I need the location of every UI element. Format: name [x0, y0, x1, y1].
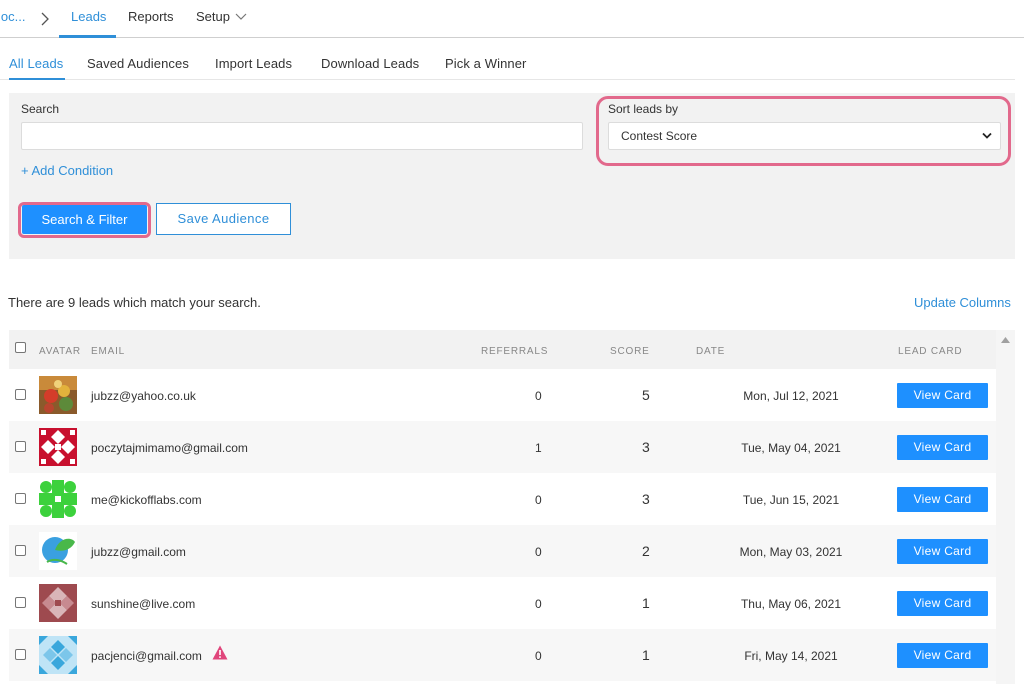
row-referrals: 0 — [535, 649, 542, 663]
col-avatar: AVATAR — [39, 346, 81, 357]
table-row: me@kickofflabs.com 0 3 Tue, Jun 15, 2021… — [9, 473, 996, 525]
table-row: poczytajmimamo@gmail.com 1 3 Tue, May 04… — [9, 421, 996, 473]
nav-leads[interactable]: Leads — [71, 9, 106, 24]
active-tab-indicator — [9, 78, 65, 80]
tab-pick-a-winner[interactable]: Pick a Winner — [445, 56, 527, 71]
row-referrals: 1 — [535, 441, 542, 455]
view-card-button[interactable]: View Card — [897, 643, 988, 668]
view-card-button[interactable]: View Card — [897, 591, 988, 616]
row-email: pacjenci@gmail.com — [91, 649, 202, 663]
row-email: sunshine@live.com — [91, 597, 196, 611]
row-email: jubzz@yahoo.co.uk — [91, 389, 196, 403]
row-date: Mon, Jul 12, 2021 — [743, 389, 839, 403]
view-card-button[interactable]: View Card — [897, 487, 988, 512]
search-label: Search — [21, 102, 60, 116]
tab-all-leads[interactable]: All Leads — [9, 56, 63, 71]
row-checkbox[interactable] — [15, 597, 26, 608]
sort-leads-select[interactable]: Contest Score — [608, 122, 1001, 150]
view-card-button[interactable]: View Card — [897, 435, 988, 460]
scroll-up-icon[interactable] — [1001, 337, 1010, 343]
table-row: sunshine@live.com 0 1 Thu, May 06, 2021 … — [9, 577, 996, 629]
row-checkbox[interactable] — [15, 545, 26, 556]
save-audience-button[interactable]: Save Audience — [156, 203, 291, 235]
avatar — [39, 428, 77, 466]
tab-import-leads[interactable]: Import Leads — [215, 56, 292, 71]
table-row: pacjenci@gmail.com 0 1 Fri, May 14, 2021… — [9, 629, 996, 681]
row-score: 1 — [642, 647, 650, 663]
view-card-button[interactable]: View Card — [897, 383, 988, 408]
row-score: 5 — [642, 387, 650, 403]
row-score: 3 — [642, 491, 650, 507]
row-score: 3 — [642, 439, 650, 455]
chevron-down-icon — [982, 132, 992, 139]
warning-icon — [212, 645, 228, 660]
avatar — [39, 376, 77, 414]
add-condition-link[interactable]: + Add Condition — [21, 163, 113, 178]
avatar — [39, 584, 77, 622]
row-score: 1 — [642, 595, 650, 611]
row-email: me@kickofflabs.com — [91, 493, 202, 507]
match-count-text: There are 9 leads which match your searc… — [8, 295, 261, 310]
col-lead-card: LEAD CARD — [898, 346, 963, 357]
tab-saved-audiences[interactable]: Saved Audiences — [87, 56, 189, 71]
nav-reports[interactable]: Reports — [128, 9, 174, 24]
row-date: Tue, May 04, 2021 — [741, 441, 841, 455]
avatar — [39, 480, 77, 518]
select-all-checkbox[interactable] — [15, 342, 26, 353]
row-referrals: 0 — [535, 545, 542, 559]
table-header: AVATAR EMAIL REFERRALS SCORE DATE LEAD C… — [9, 330, 996, 369]
top-nav: loc... Leads Reports Setup — [0, 0, 1024, 38]
table-row: jubzz@gmail.com 0 2 Mon, May 03, 2021 Vi… — [9, 525, 996, 577]
breadcrumb-location[interactable]: loc... — [0, 9, 25, 24]
tab-download-leads[interactable]: Download Leads — [321, 56, 419, 71]
table-row: jubzz@yahoo.co.uk 0 5 Mon, Jul 12, 2021 … — [9, 369, 996, 421]
row-date: Thu, May 06, 2021 — [740, 597, 842, 611]
view-card-button[interactable]: View Card — [897, 539, 988, 564]
row-referrals: 0 — [535, 389, 542, 403]
nav-setup[interactable]: Setup — [196, 9, 230, 24]
row-date: Mon, May 03, 2021 — [739, 545, 843, 559]
filter-panel: Search Sort leads by Contest Score + Add… — [9, 93, 1015, 259]
search-input[interactable] — [21, 122, 583, 150]
row-date: Tue, Jun 15, 2021 — [742, 493, 840, 507]
row-referrals: 0 — [535, 493, 542, 507]
col-date: DATE — [696, 346, 726, 357]
chevron-right-icon — [41, 12, 49, 26]
avatar — [39, 636, 77, 674]
table-scrollbar[interactable] — [996, 330, 1015, 684]
row-date: Fri, May 14, 2021 — [744, 649, 838, 663]
col-referrals: REFERRALS — [481, 346, 549, 357]
row-email: poczytajmimamo@gmail.com — [91, 441, 248, 455]
row-checkbox[interactable] — [15, 389, 26, 400]
sort-selected-value: Contest Score — [621, 129, 698, 143]
col-email: EMAIL — [91, 346, 126, 357]
sort-label: Sort leads by — [608, 102, 679, 116]
row-checkbox[interactable] — [15, 493, 26, 504]
update-columns-link[interactable]: Update Columns — [914, 295, 1011, 310]
avatar — [39, 532, 77, 570]
row-checkbox[interactable] — [15, 441, 26, 452]
leads-subtabs: All Leads Saved Audiences Import Leads D… — [0, 38, 1015, 80]
search-filter-button[interactable]: Search & Filter — [22, 205, 147, 234]
chevron-down-icon — [235, 13, 247, 20]
row-email: jubzz@gmail.com — [91, 545, 186, 559]
row-checkbox[interactable] — [15, 649, 26, 660]
row-referrals: 0 — [535, 597, 542, 611]
row-score: 2 — [642, 543, 650, 559]
col-score: SCORE — [610, 346, 650, 357]
